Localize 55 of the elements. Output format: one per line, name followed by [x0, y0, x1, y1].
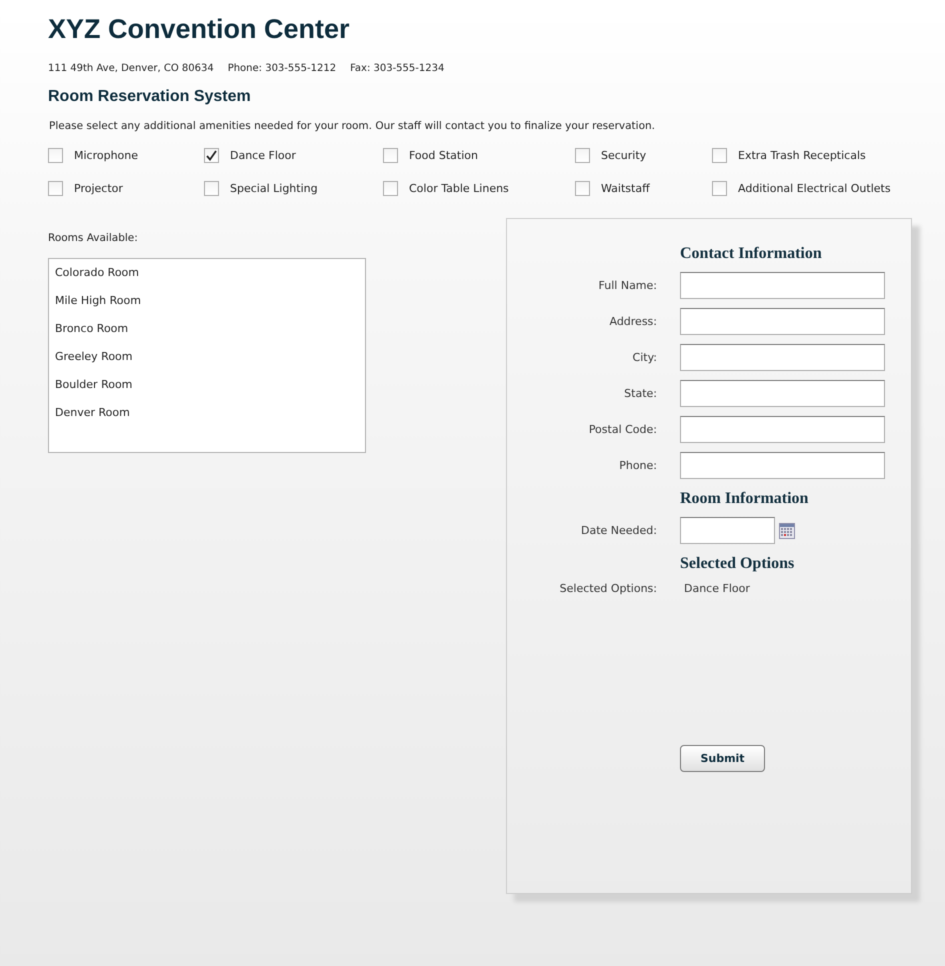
- fax-text: Fax: 303-555-1234: [350, 63, 444, 74]
- phone-text: Phone: 303-555-1212: [228, 63, 336, 74]
- room-option[interactable]: Colorado Room: [55, 263, 365, 291]
- checkbox-label: Waitstaff: [601, 182, 650, 195]
- checkbox[interactable]: [48, 181, 63, 196]
- checkbox-label: Color Table Linens: [409, 182, 509, 195]
- submit-button[interactable]: Submit: [680, 745, 765, 772]
- room-option[interactable]: Mile High Room: [55, 291, 365, 319]
- rooms-label: Rooms Available:: [48, 232, 139, 244]
- checkbox-label: Projector: [74, 182, 123, 195]
- field-label: Address:: [608, 315, 657, 328]
- section-heading: Room Information: [680, 490, 810, 508]
- checkbox[interactable]: [204, 148, 219, 163]
- text-field[interactable]: [680, 416, 885, 443]
- text-field[interactable]: [680, 452, 885, 479]
- text-field[interactable]: [680, 344, 885, 371]
- rooms-list[interactable]: Colorado Room Mile High Room Bronco Room Greeley Room Boulder Room Denver Room: [48, 258, 366, 453]
- room-option[interactable]: Boulder Room: [55, 375, 365, 403]
- instructions-text: Please select any additional amenities needed for your room. Our staff will contact you to finalize your reservation.: [49, 120, 656, 132]
- field-label: Postal Code:: [588, 423, 657, 436]
- text-field[interactable]: [680, 272, 885, 299]
- checkbox[interactable]: [383, 181, 398, 196]
- field-label: City:: [632, 351, 657, 364]
- text-field[interactable]: [680, 380, 885, 407]
- checkbox-label: Special Lighting: [230, 182, 318, 195]
- field-label: Full Name:: [598, 279, 657, 292]
- checkbox-label: Extra Trash Recepticals: [738, 149, 866, 162]
- section-heading: Selected Options: [680, 555, 796, 573]
- checkbox[interactable]: [204, 181, 219, 196]
- calendar-icon[interactable]: [779, 522, 795, 538]
- room-option[interactable]: Denver Room: [55, 403, 365, 431]
- room-option[interactable]: Bronco Room: [55, 319, 365, 347]
- field-label: Date Needed:: [580, 524, 657, 537]
- checkbox-label: Security: [601, 149, 646, 162]
- checkbox[interactable]: [712, 181, 727, 196]
- checkbox[interactable]: [712, 148, 727, 163]
- page-title: XYZ Convention Center: [48, 14, 351, 45]
- checkbox-label: Additional Electrical Outlets: [738, 182, 891, 195]
- section-heading: Contact Information: [680, 245, 823, 263]
- text-field[interactable]: [680, 308, 885, 335]
- selected-options-value: Dance Floor: [683, 582, 751, 595]
- address-text: 111 49th Ave, Denver, CO 80634: [48, 63, 214, 74]
- date-field[interactable]: [680, 517, 775, 544]
- field-label: Phone:: [618, 459, 657, 472]
- section-title: Room Reservation System: [48, 88, 252, 106]
- room-option[interactable]: Greeley Room: [55, 347, 365, 375]
- checkbox[interactable]: [575, 181, 590, 196]
- checkbox[interactable]: [48, 148, 63, 163]
- checkbox-label: Food Station: [409, 149, 478, 162]
- field-label: State:: [623, 387, 657, 400]
- checkbox[interactable]: [383, 148, 398, 163]
- field-label: Selected Options:: [558, 582, 657, 595]
- checkbox[interactable]: [575, 148, 590, 163]
- checkbox-label: Microphone: [74, 149, 138, 162]
- checkbox-label: Dance Floor: [230, 149, 296, 162]
